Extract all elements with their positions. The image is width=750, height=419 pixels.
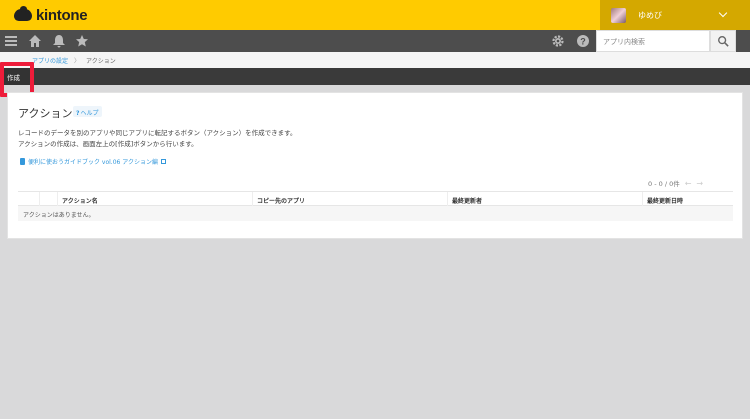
breadcrumb-app-settings[interactable]: アプリの設定 — [32, 56, 68, 65]
column-header — [18, 192, 39, 206]
empty-message: アクションはありません。 — [18, 206, 733, 221]
search-button[interactable] — [710, 30, 736, 52]
help-label: ヘルプ — [80, 110, 99, 117]
user-name: ゆめび — [638, 10, 662, 20]
kintone-logo-icon — [14, 6, 32, 21]
star-icon[interactable] — [75, 34, 89, 48]
guidebook-link-text: 便利に使おうガイドブック vol.06 アクション編 — [28, 159, 158, 166]
chevron-down-icon — [718, 8, 728, 18]
action-bar — [0, 68, 750, 85]
help-link[interactable]: ?ヘルプ — [73, 106, 102, 117]
menu-icon[interactable] — [4, 34, 18, 48]
svg-text:?: ? — [580, 37, 586, 47]
search-icon — [718, 36, 729, 47]
page-title: アクション — [18, 107, 73, 120]
description-line-2: アクションの作成は、画面左上の[作成]ボタンから行います。 — [18, 140, 198, 148]
description-line-1: レコードのデータを別のアプリや同じアプリに転記するボタン（アクション）を作成でき… — [18, 129, 297, 137]
prev-page-icon[interactable]: ← — [685, 179, 692, 188]
external-link-icon — [160, 159, 166, 164]
column-header-action-name[interactable]: アクション名 — [57, 192, 252, 206]
actions-table: アクション名 コピー先のアプリ 最終更新者 最終更新日時 アクションはありません… — [18, 191, 733, 221]
gear-icon[interactable] — [551, 34, 565, 48]
help-icon: ? — [76, 110, 80, 117]
avatar — [611, 7, 626, 23]
guidebook-link[interactable]: 便利に使おうガイドブック vol.06 アクション編 — [20, 157, 166, 166]
home-icon[interactable] — [28, 34, 42, 48]
column-header-updated-by[interactable]: 最終更新者 — [447, 192, 642, 206]
actions-panel: アクション ?ヘルプ レコードのデータを別のアプリや同じアプリに転記するボタン（… — [7, 92, 743, 239]
breadcrumb: アプリの設定 〉 アクション — [0, 52, 750, 68]
book-icon — [20, 158, 25, 165]
pager-count: 0 - 0 / 0件 — [648, 180, 680, 188]
breadcrumb-separator: 〉 — [74, 57, 81, 65]
top-header: kintone ゆめび — [0, 0, 750, 30]
pagination: 0 - 0 / 0件 ← → — [648, 178, 703, 189]
next-page-icon[interactable]: → — [696, 179, 703, 188]
search-placeholder: アプリ内検索 — [603, 38, 645, 46]
bell-icon[interactable] — [52, 34, 66, 48]
kintone-logo[interactable]: kintone — [14, 6, 88, 24]
user-menu[interactable]: ゆめび — [600, 0, 750, 30]
logo-text: kintone — [36, 6, 88, 24]
column-header — [39, 192, 57, 206]
column-header-target-app[interactable]: コピー先のアプリ — [252, 192, 447, 206]
breadcrumb-current: アクション — [86, 57, 116, 65]
description: レコードのデータを別のアプリや同じアプリに転記するボタン（アクション）を作成でき… — [18, 128, 297, 150]
table-header: アクション名 コピー先のアプリ 最終更新者 最終更新日時 — [18, 191, 733, 206]
help-icon[interactable]: ? — [576, 34, 590, 48]
app-search-input[interactable]: アプリ内検索 — [596, 30, 710, 52]
column-header-updated-at[interactable]: 最終更新日時 — [642, 192, 733, 206]
